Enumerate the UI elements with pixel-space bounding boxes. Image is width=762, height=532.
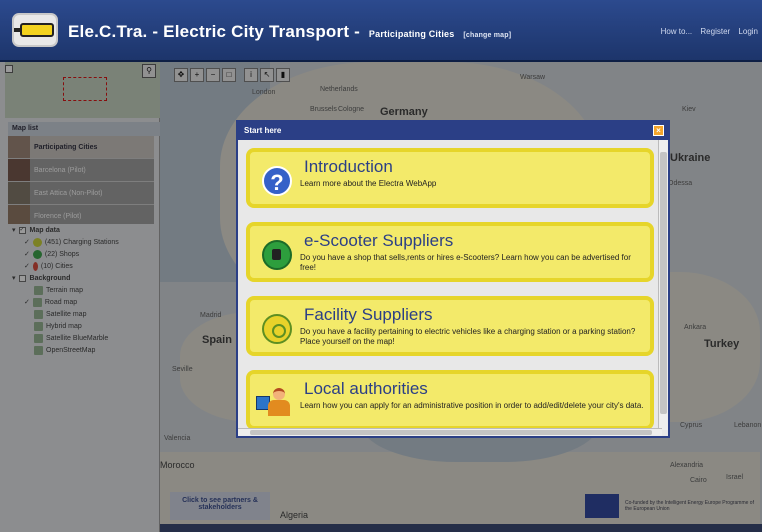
dialog-content: ? Introduction Learn more about the Elec… [238,140,662,430]
introduction-card[interactable]: ? Introduction Learn more about the Elec… [246,148,654,208]
dialog-title: Start here [244,126,282,135]
app-title-text: Ele.C.Tra. - Electric City Transport - [68,22,360,41]
card-description: Do you have a facility pertaining to ele… [300,327,636,346]
charging-pin-icon [262,314,292,344]
current-map-name: Participating Cities [368,29,455,39]
horizontal-scrollbar[interactable] [238,428,662,436]
close-icon[interactable]: × [653,125,664,136]
card-heading: e-Scooter Suppliers [304,231,454,250]
card-heading: Introduction [304,157,393,176]
dialog-header: Start here × [238,122,668,140]
card-description: Learn how you can apply for an administr… [300,401,644,410]
plug-icon [14,23,54,37]
local-authorities-card[interactable]: Local authorities Learn how you can appl… [246,370,654,430]
card-heading: Local authorities [304,379,428,398]
nav-how-to[interactable]: How to... [661,27,693,36]
start-here-dialog: Start here × ? Introduction Learn more a… [236,120,670,438]
vertical-scrollbar[interactable] [658,140,668,430]
nav-register[interactable]: Register [700,27,730,36]
top-nav: How to... Register Login [655,27,758,36]
facility-suppliers-card[interactable]: Facility Suppliers Do you have a facilit… [246,296,654,356]
person-head [273,388,285,400]
card-description: Learn more about the Electra WebApp [300,179,437,188]
scroll-thumb[interactable] [660,152,667,414]
nav-login[interactable]: Login [738,27,758,36]
question-icon: ? [262,166,292,196]
app-header: Ele.C.Tra. - Electric City Transport - P… [0,0,762,62]
app-title: Ele.C.Tra. - Electric City Transport - P… [68,22,511,42]
admin-person-icon [256,388,292,418]
scroll-thumb[interactable] [250,430,652,435]
card-heading: Facility Suppliers [304,305,433,324]
card-description: Do you have a shop that sells,rents or h… [300,253,631,272]
electra-logo[interactable] [12,13,58,47]
scooter-pin-icon [262,240,292,270]
escooter-suppliers-card[interactable]: e-Scooter Suppliers Do you have a shop t… [246,222,654,282]
person-body [268,400,290,416]
change-map-link[interactable]: [change map] [463,32,511,39]
